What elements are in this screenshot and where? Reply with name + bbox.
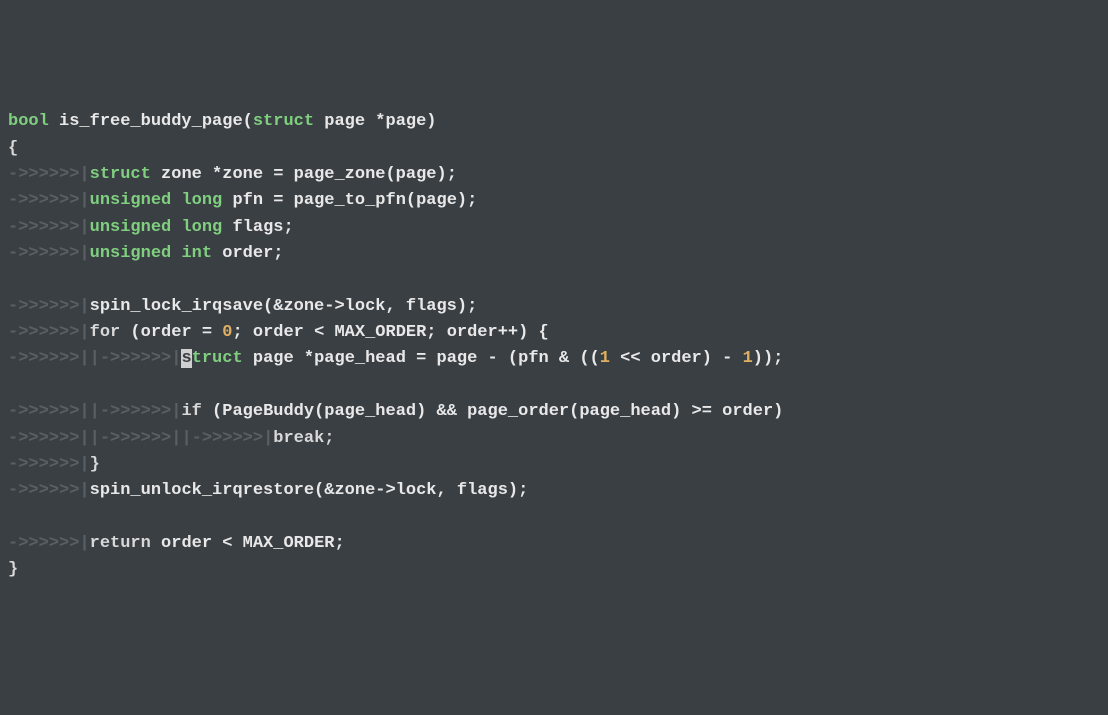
- keyword-for: for: [90, 323, 121, 342]
- var-decl: page *page_head = page - (pfn & ((: [243, 349, 600, 368]
- keyword-unsigned: unsigned: [90, 191, 172, 210]
- code-line-blank: [8, 373, 1100, 399]
- whitespace-indicator: ->>>>>>|: [8, 534, 90, 553]
- keyword-if: if: [181, 402, 201, 421]
- expr: << order) -: [610, 349, 743, 368]
- whitespace-indicator: |->>>>>>|: [90, 349, 182, 368]
- whitespace-indicator: |->>>>>>|: [90, 402, 182, 421]
- code-line: ->>>>>>|unsigned long flags;: [8, 215, 1100, 241]
- whitespace-indicator: ->>>>>>|: [8, 165, 90, 184]
- keyword-int: int: [171, 244, 212, 263]
- code-line: ->>>>>>|for (order = 0; order < MAX_ORDE…: [8, 320, 1100, 346]
- code-line: ->>>>>>|spin_unlock_irqrestore(&zone->lo…: [8, 478, 1100, 504]
- code-line: ->>>>>>|return order < MAX_ORDER;: [8, 531, 1100, 557]
- code-line: ->>>>>>|struct zone *zone = page_zone(pa…: [8, 162, 1100, 188]
- brace-close: }: [8, 560, 18, 579]
- semicolon: ;: [324, 429, 334, 448]
- brace-open: {: [8, 139, 18, 158]
- var-decl: flags;: [222, 218, 293, 237]
- keyword-long: long: [171, 218, 222, 237]
- code-line: }: [8, 557, 1100, 583]
- code-line: ->>>>>>||->>>>>>||->>>>>>|break;: [8, 426, 1100, 452]
- func-decl: is_free_buddy_page(: [49, 112, 253, 131]
- code-line-blank: [8, 505, 1100, 531]
- keyword-return: return: [90, 534, 151, 553]
- whitespace-indicator: ->>>>>>|: [8, 191, 90, 210]
- number-literal: 1: [743, 349, 753, 368]
- brace-close: }: [90, 455, 100, 474]
- var-decl: order;: [212, 244, 283, 263]
- whitespace-indicator: ->>>>>>|: [8, 429, 90, 448]
- call: spin_lock_irqsave(&zone->lock, flags);: [90, 297, 478, 316]
- var-decl: pfn = page_to_pfn(page);: [222, 191, 477, 210]
- code-line: {: [8, 136, 1100, 162]
- call: spin_unlock_irqrestore(&zone->lock, flag…: [90, 481, 529, 500]
- keyword-long: long: [171, 191, 222, 210]
- number-literal: 0: [222, 323, 232, 342]
- code-line: ->>>>>>|unsigned int order;: [8, 241, 1100, 267]
- whitespace-indicator: ->>>>>>|: [8, 349, 90, 368]
- whitespace-indicator: |->>>>>>|: [181, 429, 273, 448]
- keyword-break: break: [273, 429, 324, 448]
- condition: (PageBuddy(page_head) && page_order(page…: [202, 402, 784, 421]
- whitespace-indicator: ->>>>>>|: [8, 402, 90, 421]
- param: page *page): [314, 112, 436, 131]
- keyword-struct: struct: [90, 165, 151, 184]
- whitespace-indicator: ->>>>>>|: [8, 323, 90, 342]
- code-editor[interactable]: bool is_free_buddy_page(struct page *pag…: [8, 109, 1100, 583]
- code-line: ->>>>>>||->>>>>>|struct page *page_head …: [8, 346, 1100, 372]
- keyword-bool: bool: [8, 112, 49, 131]
- var-decl: zone *zone = page_zone(page);: [151, 165, 457, 184]
- code-line: ->>>>>>||->>>>>>|if (PageBuddy(page_head…: [8, 399, 1100, 425]
- for-clause: ; order < MAX_ORDER; order++) {: [232, 323, 548, 342]
- expr-end: ));: [753, 349, 784, 368]
- return-expr: order < MAX_ORDER;: [151, 534, 345, 553]
- code-line: bool is_free_buddy_page(struct page *pag…: [8, 109, 1100, 135]
- for-clause: (order =: [120, 323, 222, 342]
- keyword-unsigned: unsigned: [90, 244, 172, 263]
- whitespace-indicator: ->>>>>>|: [8, 481, 90, 500]
- whitespace-indicator: |->>>>>>|: [90, 429, 182, 448]
- text-cursor[interactable]: s: [181, 349, 191, 368]
- code-line: ->>>>>>|}: [8, 452, 1100, 478]
- keyword-struct-partial: truct: [192, 349, 243, 368]
- code-line: ->>>>>>|spin_lock_irqsave(&zone->lock, f…: [8, 294, 1100, 320]
- whitespace-indicator: ->>>>>>|: [8, 297, 90, 316]
- code-line: ->>>>>>|unsigned long pfn = page_to_pfn(…: [8, 188, 1100, 214]
- keyword-struct: struct: [253, 112, 314, 131]
- whitespace-indicator: ->>>>>>|: [8, 455, 90, 474]
- whitespace-indicator: ->>>>>>|: [8, 244, 90, 263]
- number-literal: 1: [600, 349, 610, 368]
- whitespace-indicator: ->>>>>>|: [8, 218, 90, 237]
- code-line-blank: [8, 267, 1100, 293]
- keyword-unsigned: unsigned: [90, 218, 172, 237]
